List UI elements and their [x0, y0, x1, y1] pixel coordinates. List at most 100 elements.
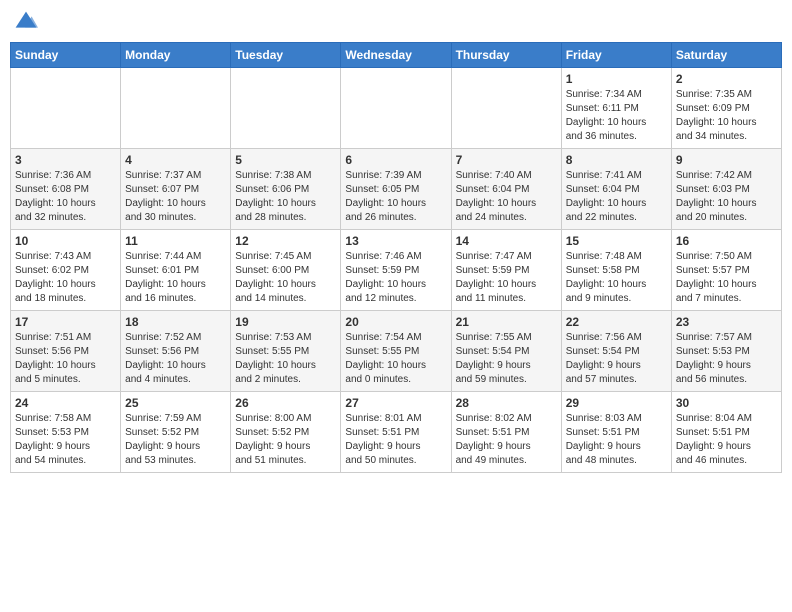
day-info: Sunrise: 7:50 AM Sunset: 5:57 PM Dayligh…: [676, 250, 777, 306]
day-cell-29: 29Sunrise: 8:03 AM Sunset: 5:51 PM Dayli…: [561, 392, 671, 473]
day-cell-23: 23Sunrise: 7:57 AM Sunset: 5:53 PM Dayli…: [671, 311, 781, 392]
day-cell-20: 20 Sunrise: 7:54 AM Sunset: 5:55 PM Dayli…: [341, 311, 451, 392]
week-row-1: 1 Sunrise: 7:34 AM Sunset: 6:11 PM Daylig…: [11, 68, 782, 149]
day-number: 3: [15, 153, 116, 167]
day-number: 18: [125, 315, 226, 329]
day-cell-22: 22 Sunrise: 7:56 AM Sunset: 5:54 PM Dayli…: [561, 311, 671, 392]
week-row-2: 3 Sunrise: 7:36 AM Sunset: 6:08 PM Daylig…: [11, 149, 782, 230]
day-number: 13: [345, 234, 446, 248]
weekday-header-row: SundayMondayTuesdayWednesdayThursdayFrid…: [11, 43, 782, 68]
day-cell-16: 16 Sunrise: 7:50 AM Sunset: 5:57 PM Dayli…: [671, 230, 781, 311]
day-cell-24: 24 Sunrise: 7:58 AM Sunset: 5:53 PM Dayli…: [11, 392, 121, 473]
day-cell-11: 11Sunrise: 7:44 AM Sunset: 6:01 PM Dayli…: [121, 230, 231, 311]
weekday-header-saturday: Saturday: [671, 43, 781, 68]
day-info: Sunrise: 7:58 AM Sunset: 5:53 PM Dayligh…: [15, 412, 116, 468]
day-number: 9: [676, 153, 777, 167]
day-number: 1: [566, 72, 667, 86]
weekday-header-tuesday: Tuesday: [231, 43, 341, 68]
day-info: Sunrise: 7:46 AM Sunset: 5:59 PM Dayligh…: [345, 250, 446, 306]
day-cell-18: 18 Sunrise: 7:52 AM Sunset: 5:56 PM Dayli…: [121, 311, 231, 392]
day-info: Sunrise: 7:57 AM Sunset: 5:53 PM Dayligh…: [676, 331, 777, 387]
day-number: 16: [676, 234, 777, 248]
day-cell-1: 1 Sunrise: 7:34 AM Sunset: 6:11 PM Daylig…: [561, 68, 671, 149]
day-info: Sunrise: 7:38 AM Sunset: 6:06 PM Dayligh…: [235, 169, 336, 225]
day-cell-2: 2 Sunrise: 7:35 AM Sunset: 6:09 PM Daylig…: [671, 68, 781, 149]
day-number: 28: [456, 396, 557, 410]
day-cell-21: 21 Sunrise: 7:55 AM Sunset: 5:54 PM Dayli…: [451, 311, 561, 392]
day-info: Sunrise: 7:41 AM Sunset: 6:04 PM Dayligh…: [566, 169, 667, 225]
day-number: 8: [566, 153, 667, 167]
day-cell-14: 14 Sunrise: 7:47 AM Sunset: 5:59 PM Dayli…: [451, 230, 561, 311]
day-cell-4: 4 Sunrise: 7:37 AM Sunset: 6:07 PM Daylig…: [121, 149, 231, 230]
day-cell-17: 17Sunrise: 7:51 AM Sunset: 5:56 PM Dayli…: [11, 311, 121, 392]
day-number: 11: [125, 234, 226, 248]
day-number: 12: [235, 234, 336, 248]
day-cell-13: 13 Sunrise: 7:46 AM Sunset: 5:59 PM Dayli…: [341, 230, 451, 311]
week-row-4: 17Sunrise: 7:51 AM Sunset: 5:56 PM Dayli…: [11, 311, 782, 392]
weekday-header-friday: Friday: [561, 43, 671, 68]
weekday-header-wednesday: Wednesday: [341, 43, 451, 68]
day-info: Sunrise: 8:01 AM Sunset: 5:51 PM Dayligh…: [345, 412, 446, 468]
day-number: 15: [566, 234, 667, 248]
weekday-header-sunday: Sunday: [11, 43, 121, 68]
day-info: Sunrise: 7:45 AM Sunset: 6:00 PM Dayligh…: [235, 250, 336, 306]
day-number: 20: [345, 315, 446, 329]
day-info: Sunrise: 7:59 AM Sunset: 5:52 PM Dayligh…: [125, 412, 226, 468]
day-number: 19: [235, 315, 336, 329]
day-number: 10: [15, 234, 116, 248]
day-cell-25: 25 Sunrise: 7:59 AM Sunset: 5:52 PM Dayli…: [121, 392, 231, 473]
day-info: Sunrise: 7:51 AM Sunset: 5:56 PM Dayligh…: [15, 331, 116, 387]
day-cell-5: 5 Sunrise: 7:38 AM Sunset: 6:06 PM Daylig…: [231, 149, 341, 230]
day-info: Sunrise: 8:02 AM Sunset: 5:51 PM Dayligh…: [456, 412, 557, 468]
day-info: Sunrise: 7:47 AM Sunset: 5:59 PM Dayligh…: [456, 250, 557, 306]
day-info: Sunrise: 7:35 AM Sunset: 6:09 PM Dayligh…: [676, 88, 777, 144]
day-number: 14: [456, 234, 557, 248]
day-number: 30: [676, 396, 777, 410]
weekday-header-monday: Monday: [121, 43, 231, 68]
day-info: Sunrise: 7:55 AM Sunset: 5:54 PM Dayligh…: [456, 331, 557, 387]
day-info: Sunrise: 7:42 AM Sunset: 6:03 PM Dayligh…: [676, 169, 777, 225]
day-number: 26: [235, 396, 336, 410]
day-info: Sunrise: 7:52 AM Sunset: 5:56 PM Dayligh…: [125, 331, 226, 387]
day-info: Sunrise: 7:56 AM Sunset: 5:54 PM Dayligh…: [566, 331, 667, 387]
day-cell-empty: [231, 68, 341, 149]
day-info: Sunrise: 7:39 AM Sunset: 6:05 PM Dayligh…: [345, 169, 446, 225]
day-number: 22: [566, 315, 667, 329]
weekday-header-thursday: Thursday: [451, 43, 561, 68]
day-info: Sunrise: 7:48 AM Sunset: 5:58 PM Dayligh…: [566, 250, 667, 306]
day-number: 21: [456, 315, 557, 329]
day-number: 27: [345, 396, 446, 410]
day-cell-6: 6 Sunrise: 7:39 AM Sunset: 6:05 PM Daylig…: [341, 149, 451, 230]
day-info: Sunrise: 7:34 AM Sunset: 6:11 PM Dayligh…: [566, 88, 667, 144]
day-cell-3: 3 Sunrise: 7:36 AM Sunset: 6:08 PM Daylig…: [11, 149, 121, 230]
calendar-table: SundayMondayTuesdayWednesdayThursdayFrid…: [10, 42, 782, 473]
day-number: 5: [235, 153, 336, 167]
logo-icon: [14, 10, 38, 34]
day-number: 6: [345, 153, 446, 167]
day-cell-empty: [121, 68, 231, 149]
day-cell-28: 28 Sunrise: 8:02 AM Sunset: 5:51 PM Dayli…: [451, 392, 561, 473]
day-number: 2: [676, 72, 777, 86]
day-cell-9: 9 Sunrise: 7:42 AM Sunset: 6:03 PM Daylig…: [671, 149, 781, 230]
day-number: 25: [125, 396, 226, 410]
day-cell-10: 10 Sunrise: 7:43 AM Sunset: 6:02 PM Dayli…: [11, 230, 121, 311]
day-info: Sunrise: 7:36 AM Sunset: 6:08 PM Dayligh…: [15, 169, 116, 225]
week-row-5: 24 Sunrise: 7:58 AM Sunset: 5:53 PM Dayli…: [11, 392, 782, 473]
day-cell-30: 30Sunrise: 8:04 AM Sunset: 5:51 PM Dayli…: [671, 392, 781, 473]
logo: [14, 10, 42, 34]
week-row-3: 10 Sunrise: 7:43 AM Sunset: 6:02 PM Dayli…: [11, 230, 782, 311]
day-cell-15: 15 Sunrise: 7:48 AM Sunset: 5:58 PM Dayli…: [561, 230, 671, 311]
day-number: 4: [125, 153, 226, 167]
day-info: Sunrise: 7:53 AM Sunset: 5:55 PM Dayligh…: [235, 331, 336, 387]
day-cell-empty: [11, 68, 121, 149]
day-info: Sunrise: 8:00 AM Sunset: 5:52 PM Dayligh…: [235, 412, 336, 468]
page-header: [10, 10, 782, 34]
day-number: 24: [15, 396, 116, 410]
day-info: Sunrise: 7:43 AM Sunset: 6:02 PM Dayligh…: [15, 250, 116, 306]
day-info: Sunrise: 7:54 AM Sunset: 5:55 PM Dayligh…: [345, 331, 446, 387]
day-cell-8: 8 Sunrise: 7:41 AM Sunset: 6:04 PM Daylig…: [561, 149, 671, 230]
day-cell-empty: [341, 68, 451, 149]
day-info: Sunrise: 7:40 AM Sunset: 6:04 PM Dayligh…: [456, 169, 557, 225]
day-info: Sunrise: 7:37 AM Sunset: 6:07 PM Dayligh…: [125, 169, 226, 225]
day-cell-7: 7Sunrise: 7:40 AM Sunset: 6:04 PM Daylig…: [451, 149, 561, 230]
